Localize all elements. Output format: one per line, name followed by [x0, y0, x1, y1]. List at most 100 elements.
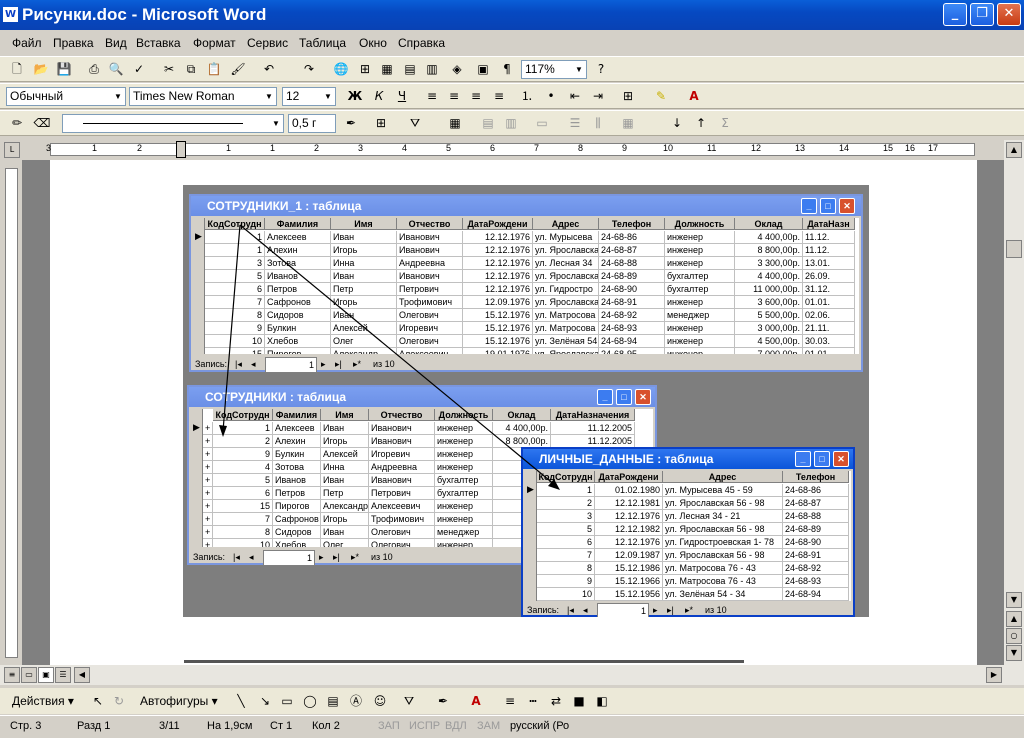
horizontal-scrollbar[interactable]: ≡ ▭ ▣ ☰ ◀ ▶ — [0, 665, 1024, 685]
text-box-icon[interactable]: ▤ — [324, 692, 342, 710]
menu-edit[interactable]: Правка — [53, 36, 94, 50]
status-ovr[interactable]: ЗАМ — [477, 720, 500, 732]
oval-icon[interactable]: ◯ — [301, 692, 319, 710]
outline-view-button[interactable]: ☰ — [55, 667, 71, 683]
redo-icon[interactable]: ↷ — [300, 60, 318, 78]
line-weight-select[interactable]: 0,5 г — [288, 114, 336, 133]
close-button[interactable]: ✕ — [997, 3, 1021, 26]
previous-page-button[interactable]: ▲ — [1006, 611, 1022, 627]
insert-table-icon[interactable]: ▦ — [378, 60, 396, 78]
bold-icon[interactable]: Ж — [346, 87, 364, 105]
3d-icon[interactable]: ◧ — [593, 692, 611, 710]
show-hide-icon[interactable]: ¶ — [498, 60, 516, 78]
line-style-icon[interactable]: ≡ — [501, 692, 519, 710]
select-objects-icon[interactable]: ↖ — [89, 692, 107, 710]
align-right-icon[interactable]: ≡ — [467, 87, 485, 105]
borders-icon[interactable]: ⊞ — [619, 87, 637, 105]
scroll-right-button[interactable]: ▶ — [986, 667, 1002, 683]
arrow-icon[interactable]: ↘ — [256, 692, 274, 710]
scroll-thumb[interactable] — [1006, 240, 1022, 258]
format-painter-icon[interactable]: 🖌 — [229, 60, 247, 78]
normal-view-button[interactable]: ≡ — [4, 667, 20, 683]
eraser-icon[interactable]: ⌫ — [33, 114, 51, 132]
shading-color-icon[interactable]: ⛛ — [406, 114, 424, 132]
document-map-icon[interactable]: ▣ — [474, 60, 492, 78]
word-app-icon[interactable]: W — [3, 7, 18, 22]
fill-color-icon[interactable]: ⛛ — [400, 692, 418, 710]
scroll-left-button[interactable]: ◀ — [74, 667, 90, 683]
align-center-icon[interactable]: ≡ — [445, 87, 463, 105]
status-trk[interactable]: ИСПР — [409, 720, 440, 732]
menu-help[interactable]: Справка — [398, 36, 445, 50]
spelling-icon[interactable]: ✓ — [130, 60, 148, 78]
style-select[interactable]: Обычный ▼ — [6, 87, 126, 106]
open-icon[interactable]: 📂 — [32, 60, 50, 78]
sort-ascending-icon[interactable]: ↓ — [668, 114, 686, 132]
underline-icon[interactable]: Ч — [393, 87, 411, 105]
menu-insert[interactable]: Вставка — [136, 36, 181, 50]
draw-table-pencil-icon[interactable]: ✏ — [8, 114, 26, 132]
actions-menu[interactable]: Действия ▾ — [12, 694, 74, 708]
align-left-icon[interactable]: ≡ — [423, 87, 441, 105]
next-page-button[interactable]: ▼ — [1006, 645, 1022, 661]
hyperlink-icon[interactable]: 🌐 — [332, 60, 350, 78]
menu-table[interactable]: Таблица — [299, 36, 346, 50]
highlight-icon[interactable]: ✎ — [652, 87, 670, 105]
decrease-indent-icon[interactable]: ⇤ — [566, 87, 584, 105]
drawing-icon[interactable]: ◈ — [448, 60, 466, 78]
line-color-icon[interactable]: ✒ — [434, 692, 452, 710]
font-select[interactable]: Times New Roman ▼ — [129, 87, 277, 106]
font-size-select[interactable]: 12 ▼ — [282, 87, 336, 106]
status-rec[interactable]: ЗАП — [378, 720, 400, 732]
arrow-style-icon[interactable]: ⇄ — [547, 692, 565, 710]
scroll-up-button[interactable]: ▲ — [1006, 142, 1022, 158]
columns-icon[interactable]: ▥ — [423, 60, 441, 78]
free-rotate-icon[interactable]: ↻ — [110, 692, 128, 710]
save-icon[interactable]: 💾 — [55, 60, 73, 78]
rectangle-icon[interactable]: ▭ — [278, 692, 296, 710]
dash-style-icon[interactable]: ┅ — [524, 692, 542, 710]
tab-selector[interactable]: L — [4, 142, 20, 158]
menu-window[interactable]: Окно — [359, 36, 387, 50]
status-ext[interactable]: ВДЛ — [445, 720, 467, 732]
minimize-button[interactable]: _ — [943, 3, 967, 26]
indent-marker[interactable] — [176, 141, 186, 158]
select-browse-object-button[interactable]: ○ — [1006, 628, 1022, 644]
undo-icon[interactable]: ↶ — [260, 60, 278, 78]
menu-view[interactable]: Вид — [105, 36, 127, 50]
numbering-icon[interactable]: ⒈ — [518, 87, 536, 105]
border-color-icon[interactable]: ✒ — [342, 114, 360, 132]
zoom-select[interactable]: 117% ▼ — [521, 60, 587, 79]
outside-border-icon[interactable]: ⊞ — [372, 114, 390, 132]
menu-tools[interactable]: Сервис — [247, 36, 288, 50]
insert-table-icon[interactable]: ▦ — [446, 114, 464, 132]
new-document-icon[interactable]: 🗋 — [8, 60, 26, 78]
font-color-icon[interactable]: A — [467, 692, 485, 710]
justify-icon[interactable]: ≡ — [490, 87, 508, 105]
increase-indent-icon[interactable]: ⇥ — [589, 87, 607, 105]
restore-button[interactable]: ❐ — [970, 3, 994, 26]
bullets-icon[interactable]: • — [542, 87, 560, 105]
wordart-icon[interactable]: Ⓐ — [347, 692, 365, 710]
line-icon[interactable]: ╲ — [232, 692, 250, 710]
shadow-icon[interactable]: ■ — [570, 692, 588, 710]
sort-descending-icon[interactable]: ↑ — [692, 114, 710, 132]
cut-icon[interactable]: ✂ — [160, 60, 178, 78]
print-preview-icon[interactable]: 🔍 — [107, 60, 125, 78]
font-color-icon[interactable]: A — [685, 87, 703, 105]
vertical-scrollbar[interactable]: ▲ ▼ ▲ ○ ▼ — [1004, 140, 1024, 665]
clip-art-icon[interactable]: ☺ — [371, 692, 389, 710]
insert-excel-icon[interactable]: ▤ — [401, 60, 419, 78]
print-layout-button[interactable]: ▣ — [38, 667, 54, 683]
copy-icon[interactable]: ⧉ — [182, 60, 200, 78]
line-style-select[interactable]: ▼ — [62, 114, 284, 133]
embedded-picture[interactable]: СОТРУДНИКИ_1 : таблица _ □ ✕ КодСотрудн Ф… — [183, 185, 869, 617]
tables-borders-icon[interactable]: ⊞ — [356, 60, 374, 78]
paste-icon[interactable]: 📋 — [205, 60, 223, 78]
menu-file[interactable]: Файл — [12, 36, 42, 50]
web-view-button[interactable]: ▭ — [21, 667, 37, 683]
menu-format[interactable]: Формат — [193, 36, 236, 50]
scroll-down-button[interactable]: ▼ — [1006, 592, 1022, 608]
print-icon[interactable]: ⎙ — [85, 60, 103, 78]
autoshapes-menu[interactable]: Автофигуры ▾ — [140, 694, 218, 708]
